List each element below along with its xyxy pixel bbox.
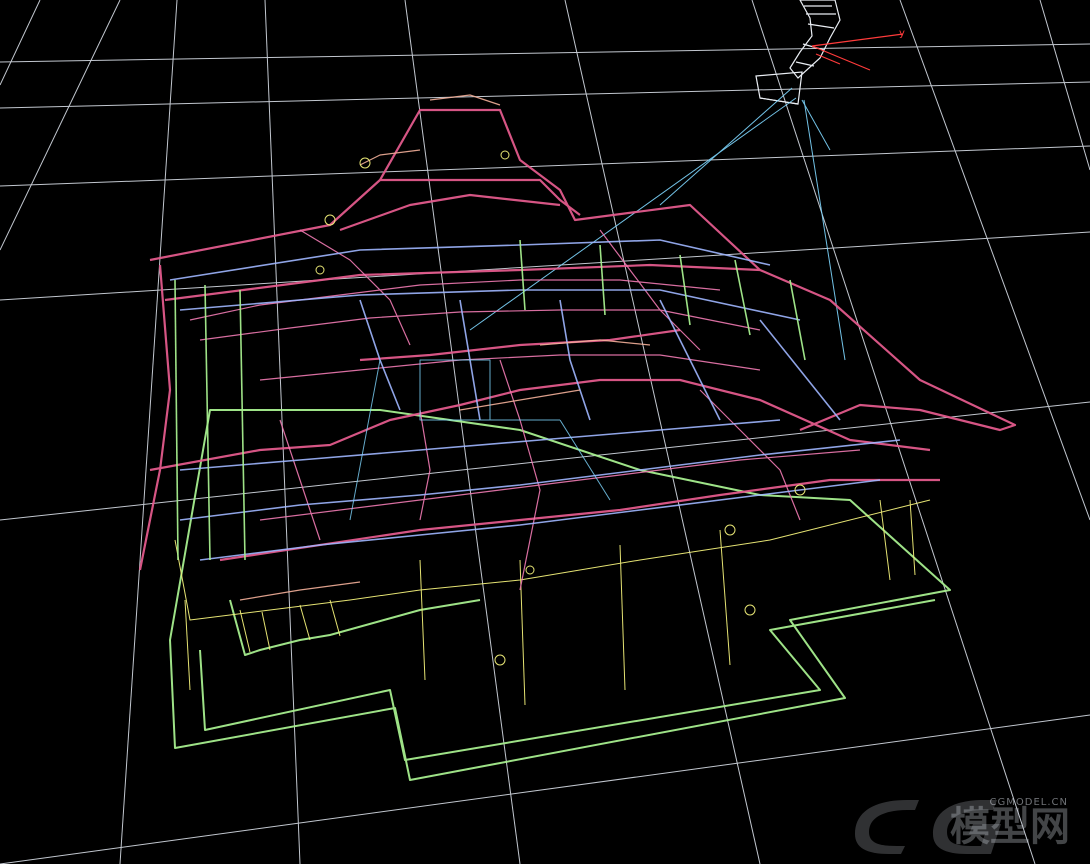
watermark-site-name: 模型网 [950, 804, 1070, 850]
grid-icon [0, 0, 1090, 864]
frame-yellow [174, 499, 931, 706]
viewport-scene[interactable]: y [0, 0, 1090, 864]
viewport[interactable]: y CGMODEL.CN 模型网 [0, 0, 1090, 864]
svg-text:y: y [899, 28, 905, 39]
lantern-icons [315, 150, 806, 666]
model-wireframe[interactable] [138, 94, 1017, 781]
accent-peach [239, 94, 651, 601]
roof-wireframe [138, 108, 1017, 571]
base-wireframe [169, 409, 951, 781]
camera-frustum [469, 87, 846, 361]
